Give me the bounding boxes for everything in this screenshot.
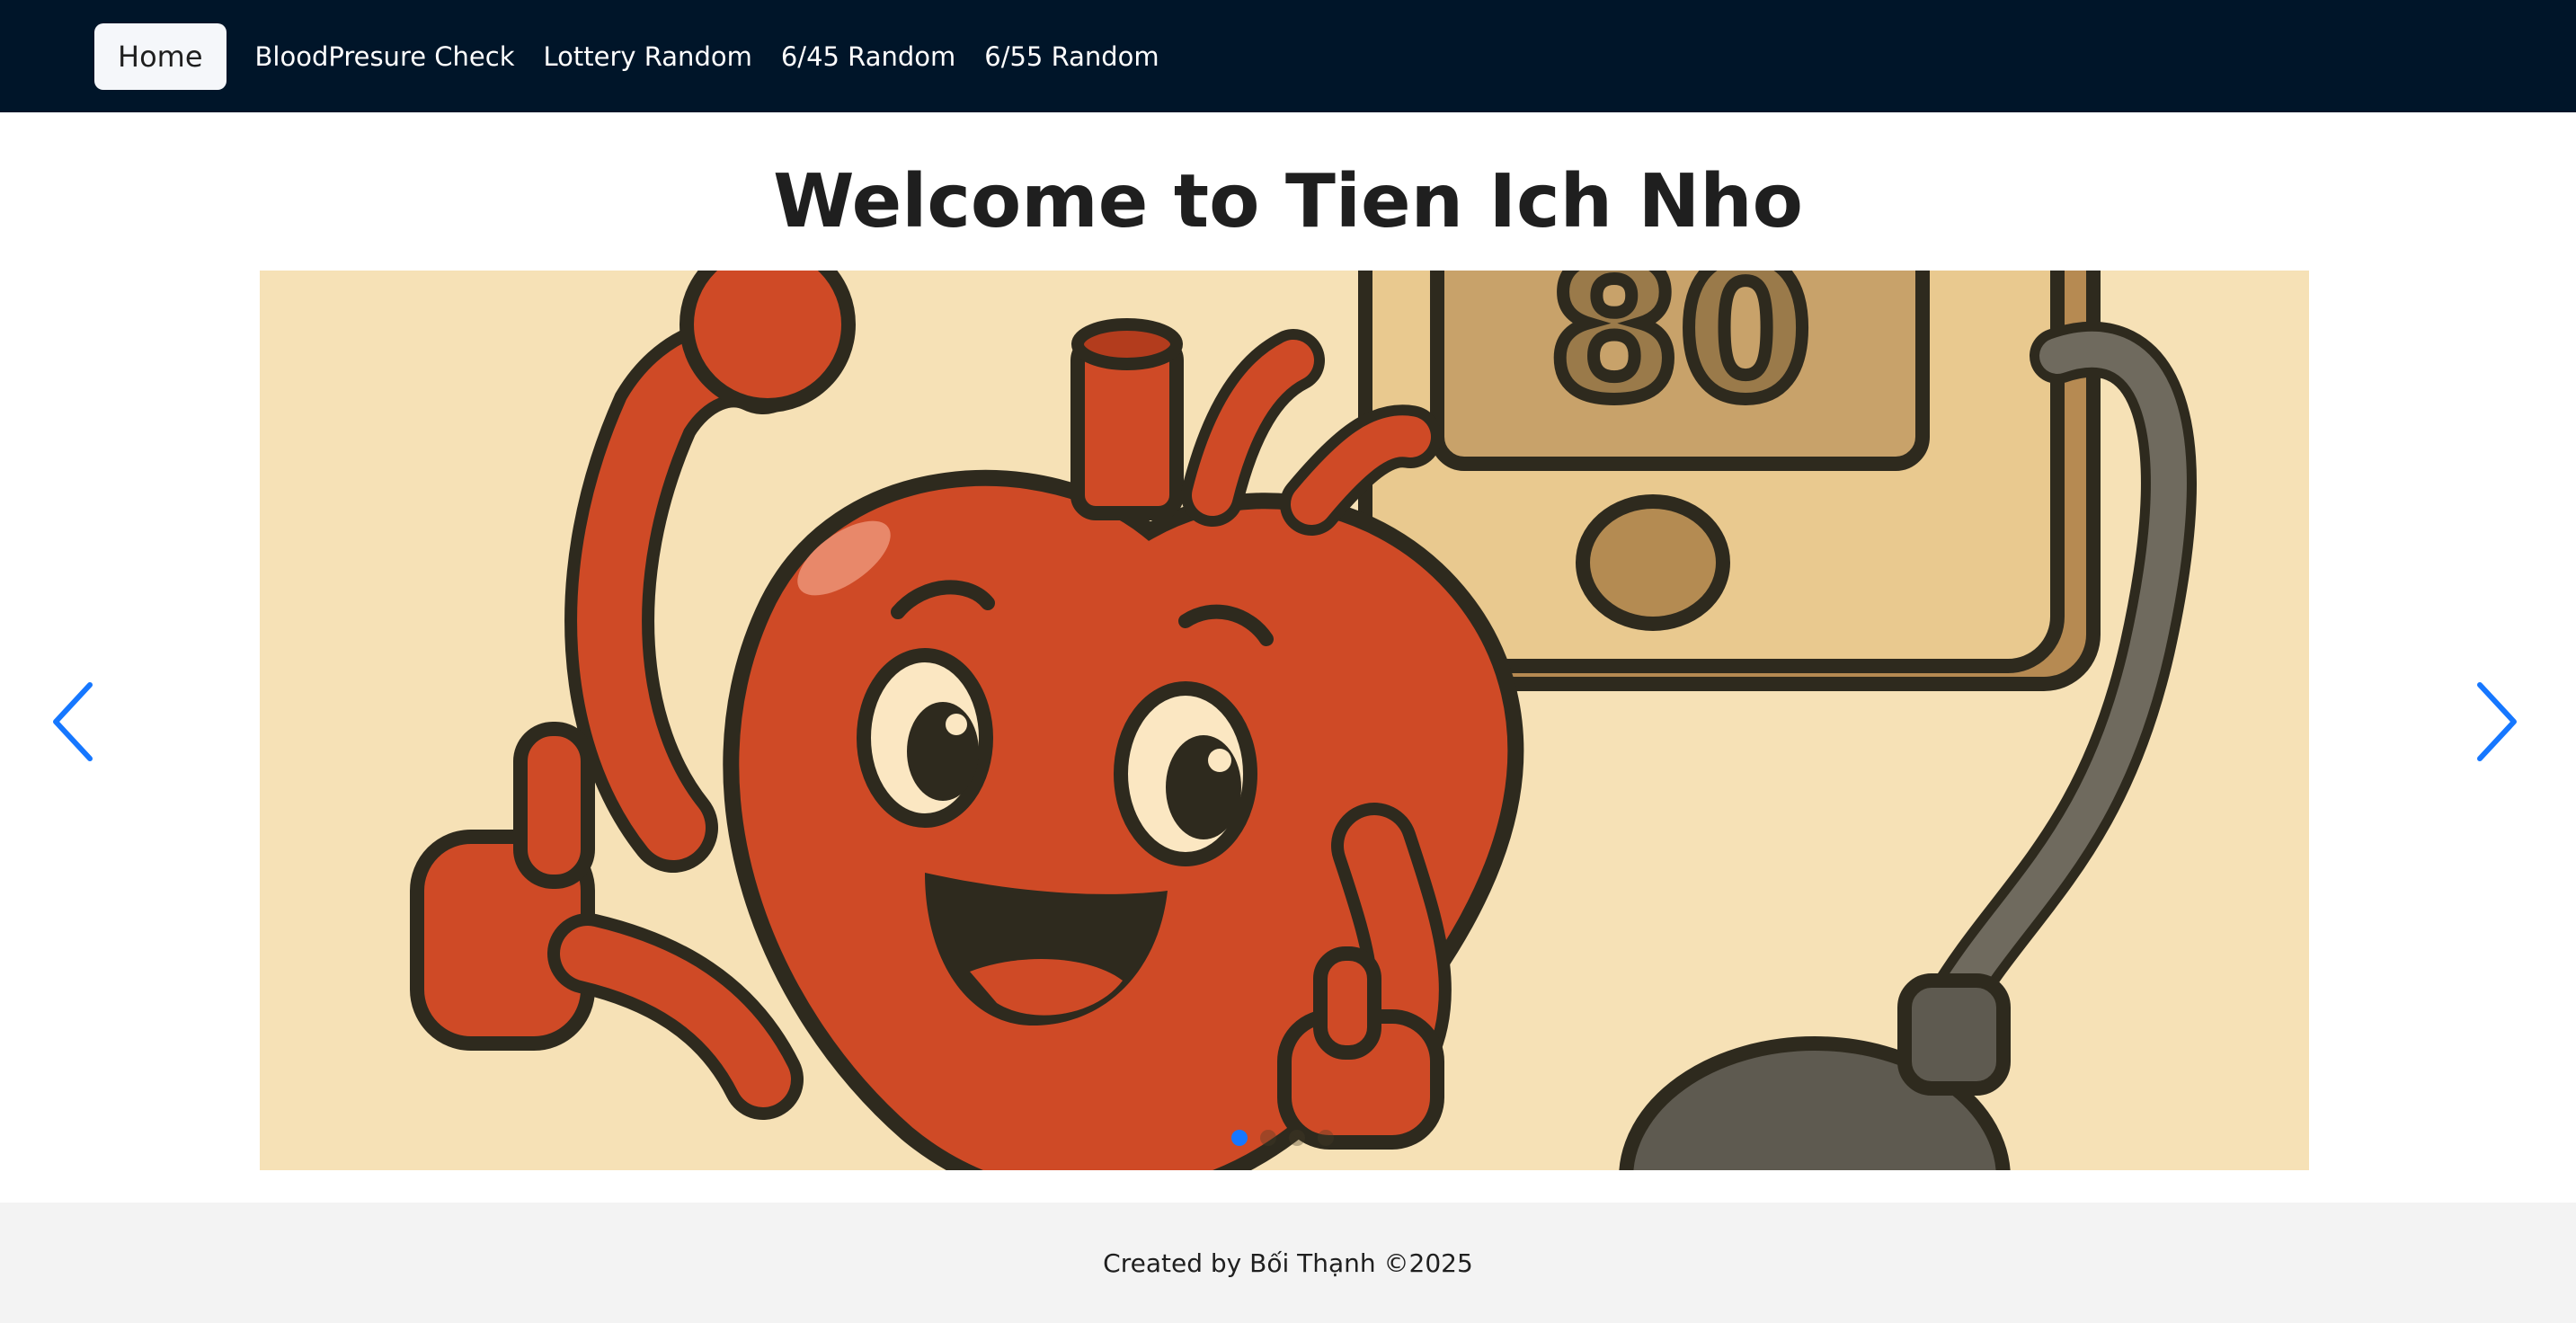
top-navbar: Home BloodPresure Check Lottery Random 6… — [0, 0, 2576, 112]
nav-home[interactable]: Home — [94, 22, 227, 90]
carousel-dot-4[interactable] — [1318, 1130, 1334, 1146]
monitor-reading: 80 — [1549, 271, 1811, 441]
carousel-indicators — [1231, 1130, 1334, 1146]
carousel-dot-1[interactable] — [1231, 1130, 1248, 1146]
carousel-next-button[interactable] — [2467, 679, 2521, 764]
nav-bloodpressure-check[interactable]: BloodPresure Check — [255, 23, 544, 90]
footer-credit: Created by Bối Thạnh ©2025 — [1103, 1248, 1473, 1278]
chevron-right-icon — [2477, 682, 2517, 761]
nav-655-random[interactable]: 6/55 Random — [984, 23, 1187, 90]
carousel-dot-2[interactable] — [1260, 1130, 1276, 1146]
nav-lottery-random[interactable]: Lottery Random — [544, 23, 781, 90]
carousel-prev-button[interactable] — [49, 679, 102, 764]
page-title: Welcome to Tien Ich Nho — [773, 159, 1803, 244]
carousel-dot-3[interactable] — [1289, 1130, 1305, 1146]
nav-645-random[interactable]: 6/45 Random — [781, 23, 984, 90]
chevron-left-icon — [53, 682, 93, 761]
image-carousel[interactable]: 80 — [260, 271, 2309, 1170]
page-footer: Created by Bối Thạnh ©2025 — [0, 1203, 2576, 1323]
heart-mascot-illustration: 80 — [260, 271, 2309, 1170]
